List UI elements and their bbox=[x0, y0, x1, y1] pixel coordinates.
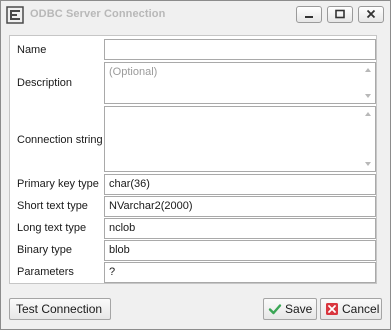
connection-string-textarea[interactable] bbox=[104, 106, 376, 172]
binary-type-label: Binary type bbox=[17, 244, 73, 256]
short-text-type-input[interactable]: NVarchar2(2000) bbox=[104, 196, 376, 217]
cancel-label: Cancel bbox=[342, 302, 380, 316]
maximize-icon bbox=[335, 9, 345, 19]
description-scrollbar[interactable] bbox=[362, 63, 375, 103]
connection-string-scrollbar[interactable] bbox=[362, 107, 375, 171]
primary-key-type-label: Primary key type bbox=[17, 178, 99, 190]
scroll-up-icon[interactable] bbox=[365, 68, 371, 72]
description-label: Description bbox=[17, 77, 73, 89]
long-text-type-label: Long text type bbox=[17, 222, 87, 234]
odbc-app-icon bbox=[6, 6, 24, 24]
title-bar[interactable]: ODBC Server Connection bbox=[1, 1, 390, 29]
name-input[interactable] bbox=[104, 39, 376, 60]
primary-key-type-input[interactable]: char(36) bbox=[104, 174, 376, 195]
connection-string-label: Connection string bbox=[17, 134, 103, 146]
test-connection-label: Test Connection bbox=[16, 302, 103, 316]
odbc-server-connection-dialog: ODBC Server Connection Name Description … bbox=[0, 0, 391, 330]
maximize-button[interactable] bbox=[327, 6, 353, 23]
test-connection-button[interactable]: Test Connection bbox=[9, 298, 111, 320]
save-label: Save bbox=[285, 302, 313, 316]
parameters-label: Parameters bbox=[17, 266, 74, 278]
close-button[interactable] bbox=[358, 6, 384, 23]
minimize-icon bbox=[305, 16, 313, 18]
long-text-type-input[interactable]: nclob bbox=[104, 218, 376, 239]
binary-type-input[interactable]: blob bbox=[104, 240, 376, 261]
description-placeholder: (Optional) bbox=[109, 66, 158, 78]
minimize-button[interactable] bbox=[296, 6, 322, 23]
scroll-down-icon[interactable] bbox=[365, 94, 371, 98]
short-text-type-label: Short text type bbox=[17, 200, 88, 212]
name-label: Name bbox=[17, 44, 47, 56]
scroll-up-icon[interactable] bbox=[365, 112, 371, 116]
parameters-input[interactable]: ? bbox=[104, 262, 376, 283]
cancel-button[interactable]: Cancel bbox=[320, 298, 382, 320]
save-button[interactable]: Save bbox=[263, 298, 317, 320]
close-icon bbox=[366, 9, 376, 19]
window-title: ODBC Server Connection bbox=[30, 8, 166, 20]
cancel-x-icon bbox=[326, 303, 338, 315]
scroll-down-icon[interactable] bbox=[365, 162, 371, 166]
connection-form: Name Description (Optional) Connection s… bbox=[9, 35, 377, 284]
description-textarea[interactable]: (Optional) bbox=[104, 62, 376, 104]
checkmark-icon bbox=[268, 304, 282, 315]
